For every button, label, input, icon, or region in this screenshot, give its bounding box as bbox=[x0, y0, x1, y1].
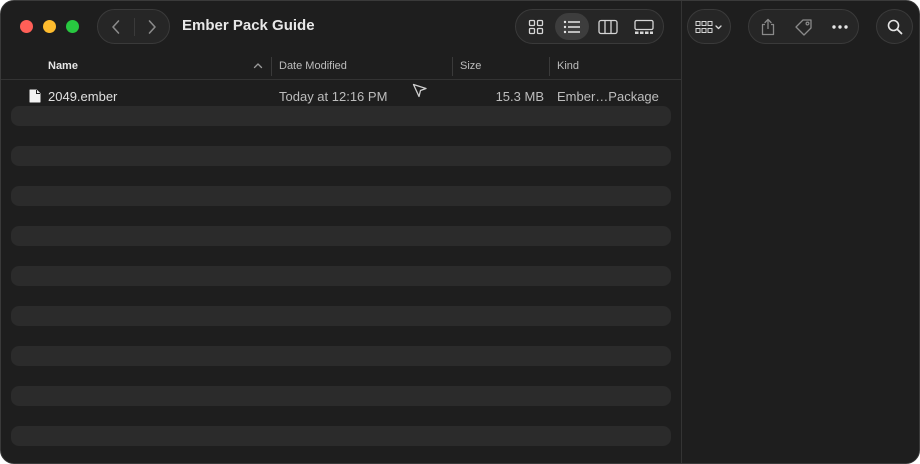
file-date-modified: Today at 12:16 PM bbox=[279, 89, 388, 104]
toolbar-right bbox=[681, 1, 919, 463]
window-title: Ember Pack Guide bbox=[182, 17, 315, 34]
column-name-header[interactable]: Name bbox=[48, 60, 78, 72]
search-icon bbox=[887, 19, 902, 34]
column-view-button[interactable] bbox=[591, 13, 625, 40]
column-size-header[interactable]: Size bbox=[460, 60, 481, 72]
forward-button[interactable] bbox=[134, 10, 170, 43]
empty-row-stripe bbox=[11, 386, 671, 406]
empty-row-stripe bbox=[11, 346, 671, 366]
empty-row-stripe bbox=[11, 266, 671, 286]
group-icon bbox=[695, 20, 722, 33]
tag-button[interactable] bbox=[786, 10, 822, 43]
document-icon bbox=[29, 89, 41, 103]
column-kind-header[interactable]: Kind bbox=[557, 60, 579, 72]
more-button[interactable] bbox=[822, 10, 858, 43]
tag-icon bbox=[794, 18, 812, 36]
navigation-group bbox=[97, 9, 170, 44]
empty-row-stripe bbox=[11, 186, 671, 206]
list-view-button[interactable] bbox=[555, 13, 589, 40]
icon-view-button[interactable] bbox=[519, 13, 553, 40]
column-date-header[interactable]: Date Modified bbox=[279, 60, 347, 72]
file-size: 15.3 MB bbox=[495, 89, 544, 104]
column-divider[interactable] bbox=[549, 57, 550, 76]
column-header: Name Date Modified Size Kind bbox=[1, 53, 681, 80]
back-icon bbox=[112, 19, 120, 34]
empty-row-stripe bbox=[11, 226, 671, 246]
more-icon bbox=[831, 24, 848, 29]
file-name: 2049.ember bbox=[48, 89, 118, 104]
gallery-view-button[interactable] bbox=[627, 13, 661, 40]
share-button[interactable] bbox=[750, 10, 786, 43]
chevron-up-icon[interactable] bbox=[253, 62, 263, 69]
empty-row-stripe bbox=[11, 426, 671, 446]
back-button[interactable] bbox=[98, 10, 134, 43]
pointer-cursor-icon bbox=[412, 83, 427, 98]
minimize-button[interactable] bbox=[43, 20, 56, 33]
forward-icon bbox=[148, 19, 156, 34]
icon-view-icon bbox=[528, 19, 544, 34]
file-row[interactable]: 2049.ember Today at 12:16 PM 15.3 MB Emb… bbox=[11, 86, 671, 106]
column-divider[interactable] bbox=[452, 57, 453, 76]
zoom-button[interactable] bbox=[66, 20, 79, 33]
empty-row-stripe bbox=[11, 146, 671, 166]
titlebar: Ember Pack Guide bbox=[1, 1, 681, 53]
list-view-icon bbox=[563, 20, 580, 33]
close-button[interactable] bbox=[20, 20, 33, 33]
empty-row-stripe bbox=[11, 306, 671, 326]
search-button[interactable] bbox=[876, 9, 913, 44]
empty-row-stripe bbox=[11, 106, 671, 126]
column-view-icon bbox=[598, 19, 618, 34]
view-switcher bbox=[515, 9, 664, 44]
column-divider[interactable] bbox=[271, 57, 272, 76]
group-by-button[interactable] bbox=[687, 9, 731, 44]
action-group bbox=[748, 9, 859, 44]
gallery-view-icon bbox=[634, 19, 654, 34]
finder-window: Ember Pack Guide Name Date Modified Size… bbox=[0, 0, 920, 464]
file-kind: Ember…Package bbox=[557, 89, 659, 104]
share-icon bbox=[761, 18, 774, 35]
